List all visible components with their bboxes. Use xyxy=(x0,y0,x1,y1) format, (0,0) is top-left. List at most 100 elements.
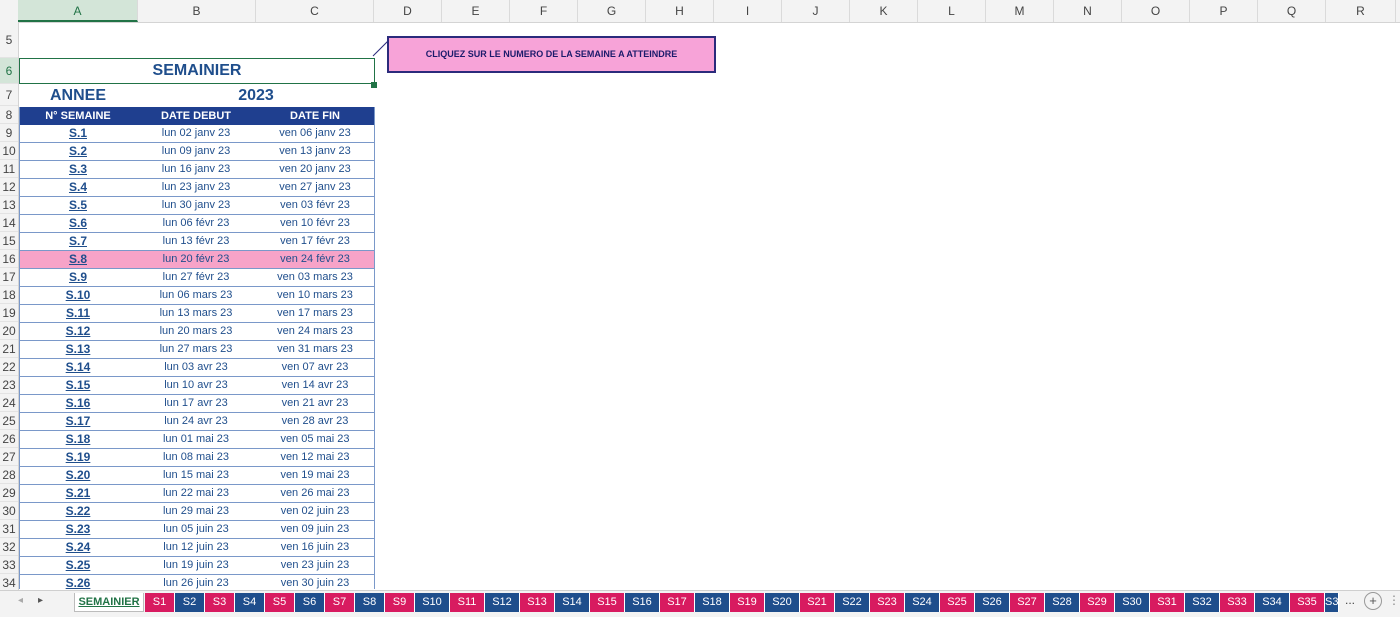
sheet-tab[interactable]: S15 xyxy=(590,593,625,612)
row-header[interactable]: 30 xyxy=(0,502,18,520)
week-link[interactable]: S.25 xyxy=(19,557,137,574)
week-link[interactable]: S.4 xyxy=(19,179,137,196)
week-link[interactable]: S.11 xyxy=(19,305,137,322)
sheet-tab[interactable]: S8 xyxy=(355,593,385,612)
column-header[interactable]: O xyxy=(1122,0,1190,22)
sheet-tab[interactable]: S29 xyxy=(1080,593,1115,612)
column-header[interactable]: M xyxy=(986,0,1054,22)
week-link[interactable]: S.20 xyxy=(19,467,137,484)
sheet-tab[interactable]: S22 xyxy=(835,593,870,612)
column-header[interactable]: K xyxy=(850,0,918,22)
column-header[interactable]: R xyxy=(1326,0,1396,22)
row-header[interactable]: 24 xyxy=(0,394,18,412)
row-header[interactable]: 11 xyxy=(0,160,18,178)
row-header[interactable]: 12 xyxy=(0,178,18,196)
week-link[interactable]: S.23 xyxy=(19,521,137,538)
column-header[interactable]: P xyxy=(1190,0,1258,22)
semainier-title-cell[interactable]: SEMAINIER xyxy=(19,58,375,84)
tab-splitter-icon[interactable]: ⋮ xyxy=(1388,593,1400,607)
sheet-tab[interactable]: S19 xyxy=(730,593,765,612)
row-header[interactable]: 27 xyxy=(0,448,18,466)
tab-semainier[interactable]: SEMAINIER xyxy=(74,593,144,612)
week-link[interactable]: S.24 xyxy=(19,539,137,556)
sheet-tab[interactable]: S26 xyxy=(975,593,1010,612)
week-link[interactable]: S.6 xyxy=(19,215,137,232)
column-header[interactable]: E xyxy=(442,0,510,22)
row-header[interactable]: 14 xyxy=(0,214,18,232)
annee-value[interactable]: 2023 xyxy=(137,86,375,106)
week-link[interactable]: S.16 xyxy=(19,395,137,412)
sheet-tab[interactable]: S25 xyxy=(940,593,975,612)
sheet-tab[interactable]: S33 xyxy=(1220,593,1255,612)
row-header[interactable]: 25 xyxy=(0,412,18,430)
row-header[interactable]: 6 xyxy=(0,58,18,84)
sheet-tab[interactable]: S34 xyxy=(1255,593,1290,612)
sheet-tab[interactable]: S27 xyxy=(1010,593,1045,612)
sheet-tab[interactable]: S3 xyxy=(1325,593,1339,612)
row-header[interactable]: 7 xyxy=(0,84,18,106)
sheet-tab[interactable]: S17 xyxy=(660,593,695,612)
column-header[interactable]: C xyxy=(256,0,374,22)
week-link[interactable]: S.12 xyxy=(19,323,137,340)
row-header[interactable]: 10 xyxy=(0,142,18,160)
add-sheet-icon[interactable]: + xyxy=(1364,592,1382,610)
row-header[interactable]: 15 xyxy=(0,232,18,250)
week-link[interactable]: S.15 xyxy=(19,377,137,394)
row-header[interactable]: 5 xyxy=(0,22,18,58)
column-header[interactable]: N xyxy=(1054,0,1122,22)
column-header[interactable]: L xyxy=(918,0,986,22)
sheet-tab[interactable]: S23 xyxy=(870,593,905,612)
tab-scroll-left-icon[interactable]: ◂ xyxy=(18,595,23,606)
sheet-tab[interactable]: S14 xyxy=(555,593,590,612)
sheet-tab[interactable]: S30 xyxy=(1115,593,1150,612)
week-link[interactable]: S.3 xyxy=(19,161,137,178)
row-header[interactable]: 26 xyxy=(0,430,18,448)
week-link[interactable]: S.7 xyxy=(19,233,137,250)
column-header[interactable]: D xyxy=(374,0,442,22)
sheet-tab[interactable]: S11 xyxy=(450,593,485,612)
column-header[interactable]: J xyxy=(782,0,850,22)
row-header[interactable]: 29 xyxy=(0,484,18,502)
week-link[interactable]: S.19 xyxy=(19,449,137,466)
sheet-tab[interactable]: S18 xyxy=(695,593,730,612)
week-link[interactable]: S.9 xyxy=(19,269,137,286)
sheet-tab[interactable]: S16 xyxy=(625,593,660,612)
week-link[interactable]: S.26 xyxy=(19,575,137,589)
sheet-tab[interactable]: S1 xyxy=(145,593,175,612)
row-header[interactable]: 20 xyxy=(0,322,18,340)
sheet-tab[interactable]: S21 xyxy=(800,593,835,612)
week-link[interactable]: S.21 xyxy=(19,485,137,502)
row-header[interactable]: 31 xyxy=(0,520,18,538)
tab-scroll-right-icon[interactable]: ▸ xyxy=(38,595,43,606)
row-header[interactable]: 18 xyxy=(0,286,18,304)
row-header[interactable]: 33 xyxy=(0,556,18,574)
sheet-tab[interactable]: S35 xyxy=(1290,593,1325,612)
sheet-tab[interactable]: S24 xyxy=(905,593,940,612)
week-link[interactable]: S.1 xyxy=(19,125,137,142)
week-link[interactable]: S.5 xyxy=(19,197,137,214)
row-header[interactable]: 22 xyxy=(0,358,18,376)
sheet-tab[interactable]: S32 xyxy=(1185,593,1220,612)
week-link[interactable]: S.14 xyxy=(19,359,137,376)
row-header[interactable]: 17 xyxy=(0,268,18,286)
column-header[interactable]: H xyxy=(646,0,714,22)
sheet-tab[interactable]: S12 xyxy=(485,593,520,612)
row-header[interactable]: 23 xyxy=(0,376,18,394)
sheet-tab[interactable]: S31 xyxy=(1150,593,1185,612)
column-header[interactable]: B xyxy=(138,0,256,22)
sheet-tab[interactable]: S3 xyxy=(205,593,235,612)
week-link[interactable]: S.18 xyxy=(19,431,137,448)
week-link[interactable]: S.17 xyxy=(19,413,137,430)
sheet-tab[interactable]: S10 xyxy=(415,593,450,612)
sheet-tab[interactable]: S13 xyxy=(520,593,555,612)
sheet-tab[interactable]: S9 xyxy=(385,593,415,612)
week-link[interactable]: S.13 xyxy=(19,341,137,358)
sheet-tab[interactable]: S4 xyxy=(235,593,265,612)
row-header[interactable]: 21 xyxy=(0,340,18,358)
row-header[interactable]: 34 xyxy=(0,574,18,590)
week-link[interactable]: S.8 xyxy=(19,251,137,268)
more-tabs-button[interactable]: ... xyxy=(1345,593,1355,607)
row-header[interactable]: 13 xyxy=(0,196,18,214)
sheet-tab[interactable]: S6 xyxy=(295,593,325,612)
sheet-tab[interactable]: S2 xyxy=(175,593,205,612)
